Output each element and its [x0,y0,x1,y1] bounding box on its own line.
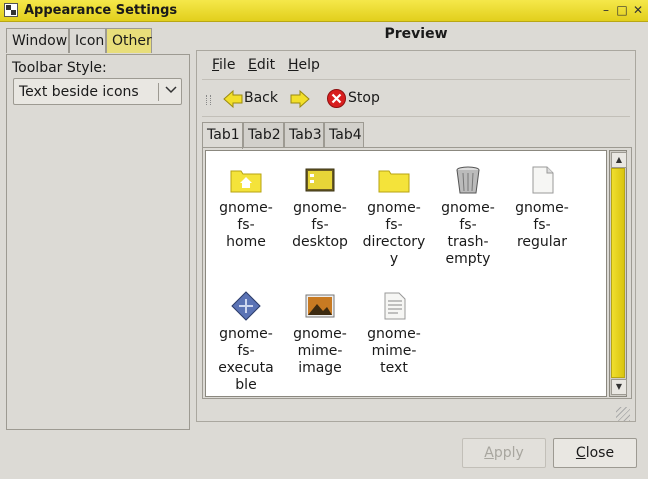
tab-tab1[interactable]: Tab1 [202,122,243,149]
apply-rest: pply [493,445,524,461]
icon-item-gnome-fs-regular[interactable]: gnome-fs-regular [506,165,578,251]
regular-file-icon [525,165,559,195]
menu-help-rest: elp [298,57,320,73]
menu-edit[interactable]: Edit [248,57,275,73]
icon-label-line: trash- [447,234,489,250]
close-rest: lose [585,445,615,461]
maximize-button[interactable]: □ [614,2,630,18]
preview-toolbar: Back Stop [202,82,630,117]
icon-item-gnome-fs-desktop[interactable]: gnome-fs-desktop [284,165,356,251]
window-title: Appearance Settings [24,3,178,18]
toolbar-style-combo[interactable]: Text beside icons [13,78,182,105]
resize-grip-icon[interactable] [616,407,630,421]
icon-label-line: gnome- [367,326,421,342]
other-settings-panel [6,54,190,430]
apply-button[interactable]: Apply [462,438,546,468]
toolbar-grip[interactable] [206,95,211,105]
icon-item-gnome-fs-directory[interactable]: gnome-fs-directory y [358,165,430,268]
icon-label-line: image [298,360,342,376]
text-file-icon [377,291,411,321]
icon-label-line: fs- [385,217,403,233]
chevron-down-icon [164,82,178,100]
menu-file-rest: ile [219,57,236,73]
icon-label-line: gnome- [293,326,347,342]
tab-icon[interactable]: Icon [69,28,106,53]
scrollbar-thumb[interactable] [611,168,625,378]
icon-item-gnome-mime-image[interactable]: gnome-mime-image [284,291,356,377]
menu-bar: File Edit Help [202,55,630,80]
menu-file-mnemonic: F [212,57,220,73]
icon-label-line: fs- [459,217,477,233]
icon-label-line: home [226,234,266,250]
back-arrow-icon [223,89,243,109]
icon-label-line: gnome- [293,200,347,216]
desktop-icon [303,165,337,195]
icon-label-line: y [389,251,399,267]
close-window-button[interactable]: ✕ [630,2,646,18]
close-button[interactable]: Close [553,438,637,468]
close-mnemonic: C [575,445,586,461]
tab-window[interactable]: Window [6,28,69,53]
icon-item-gnome-fs-trash-empty[interactable]: gnome-fs-trash-empty [432,165,504,268]
tab-other[interactable]: Other [106,28,152,53]
back-label: Back [244,90,278,106]
icon-label-line: gnome- [441,200,495,216]
preview-title: Preview [384,26,448,42]
icon-label-line: gnome- [219,326,273,342]
stop-label: Stop [348,90,380,106]
folder-icon [377,165,411,195]
toolbar-style-label: Toolbar Style: [12,60,107,76]
executable-icon [229,291,263,321]
apply-mnemonic: A [484,445,494,461]
menu-help[interactable]: Help [288,57,320,73]
tab-tab2[interactable]: Tab2 [243,122,284,148]
icon-label-line: directory [362,234,426,250]
menu-edit-mnemonic: E [248,57,257,73]
menu-help-mnemonic: H [288,57,299,73]
menu-edit-rest: dit [256,57,276,73]
icon-label-line: mime- [297,343,343,359]
icon-label-line: gnome- [219,200,273,216]
scroll-up-icon[interactable]: ▲ [611,152,627,168]
icon-label-line: mime- [371,343,417,359]
icon-label-line: regular [516,234,568,250]
icon-label-line: desktop [292,234,348,250]
minimize-button[interactable]: – [598,2,614,18]
toolbar-style-value: Text beside icons [19,84,139,100]
icon-label-line: fs- [237,217,255,233]
menu-file[interactable]: File [212,57,235,73]
icon-view[interactable]: gnome-fs-home gnome-fs-desktop gnome-fs-… [205,150,607,397]
icon-label-line: fs- [533,217,551,233]
icon-item-gnome-fs-home[interactable]: gnome-fs-home [210,165,282,251]
icon-label-line: gnome- [515,200,569,216]
app-icon [4,3,18,17]
stop-icon [327,89,346,108]
trash-icon [451,165,485,195]
icon-label-line: gnome- [367,200,421,216]
home-folder-icon [229,165,263,195]
icon-label-line: text [380,360,408,376]
icon-label-line: fs- [311,217,329,233]
tab-tab4[interactable]: Tab4 [324,122,364,148]
icon-label-line: executa [218,360,274,376]
icon-item-gnome-fs-executable[interactable]: gnome-fs-executa ble [210,291,282,394]
icon-label-line: ble [235,377,257,393]
tab-tab3[interactable]: Tab3 [284,122,324,148]
vertical-scrollbar[interactable]: ▲ ▼ [609,150,627,397]
icon-item-gnome-mime-text[interactable]: gnome-mime-text [358,291,430,377]
icon-label-line: fs- [237,343,255,359]
forward-arrow-icon[interactable] [289,88,311,110]
title-bar[interactable]: Appearance Settings – □ ✕ [0,0,648,22]
scroll-down-icon[interactable]: ▼ [611,379,627,395]
image-file-icon [303,291,337,321]
icon-label-line: empty [445,251,491,267]
combo-separator [158,83,159,101]
